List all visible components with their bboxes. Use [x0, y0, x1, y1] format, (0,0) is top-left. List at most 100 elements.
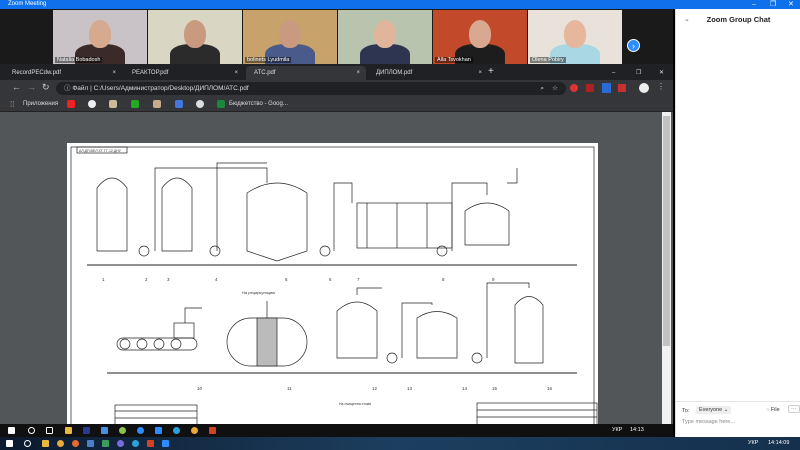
- app-icon[interactable]: [119, 427, 126, 434]
- recipient-value: Everyone: [699, 407, 723, 413]
- powerpoint-icon[interactable]: [209, 427, 216, 434]
- app-icon[interactable]: [137, 427, 144, 434]
- inner-taskbar: УКР 14:13: [0, 424, 673, 437]
- bookmark-icon[interactable]: [131, 100, 139, 108]
- equipment-callout: 15: [492, 386, 498, 391]
- new-tab-button[interactable]: +: [480, 66, 494, 80]
- task-view-icon[interactable]: [46, 427, 53, 434]
- search-icon[interactable]: [28, 427, 35, 434]
- youtube-icon[interactable]: [67, 100, 75, 108]
- close-button[interactable]: ✕: [788, 0, 794, 9]
- chrome-icon[interactable]: [191, 427, 198, 434]
- telegram-icon[interactable]: [173, 427, 180, 434]
- bookmark-icon[interactable]: [109, 100, 117, 108]
- bookmarks-bar: ⁞⁞ Приложения Бюджетство - Goog...: [0, 97, 673, 112]
- inner-language[interactable]: УКР: [612, 427, 622, 433]
- bookmark-sheets[interactable]: Бюджетство - Goog...: [229, 101, 288, 107]
- tab-label: РЕАКТОР.pdf: [132, 70, 169, 76]
- participant-name: Olena Pobiry: [530, 57, 566, 63]
- technological-scheme-drawing: АЛ.ДП.ВЕЛ.ХТ.ТТ-12.ДНУ На рециркуляцию Н…: [70, 146, 598, 426]
- viber-icon[interactable]: [117, 440, 124, 447]
- participant-video-tile[interactable]: bolinets Lyudmila: [243, 10, 337, 64]
- scrollbar-thumb[interactable]: [663, 116, 670, 346]
- tab-reaktor[interactable]: РЕАКТОР.pdf ×: [124, 66, 244, 80]
- address-toolbar: ← → ↻ ⓘ Файл | C:/Users/Администратор/De…: [0, 80, 673, 97]
- participant-face: [374, 20, 396, 48]
- video-strip: Natalia Bobadosh bolinets Lyudmila Alla …: [0, 9, 673, 64]
- zoom-icon[interactable]: [162, 440, 169, 447]
- browser-close[interactable]: ✕: [651, 66, 664, 80]
- file-explorer-icon[interactable]: [65, 427, 72, 434]
- minimize-button[interactable]: –: [752, 0, 756, 9]
- outer-language[interactable]: УКР: [748, 440, 758, 446]
- app-icon[interactable]: [87, 440, 94, 447]
- participant-video-tile[interactable]: [338, 10, 432, 64]
- chat-message-input[interactable]: Type message here...: [682, 419, 735, 425]
- pdf-page: АЛ.ДП.ВЕЛ.ХТ.ТТ-12.ДНУ На рециркуляцию Н…: [67, 143, 598, 426]
- tab-diplom[interactable]: ДИПЛОМ.pdf ×: [368, 66, 488, 80]
- address-bar[interactable]: ⓘ Файл | C:/Users/Администратор/Desktop/…: [56, 82, 566, 95]
- equipment-callout: 14: [462, 386, 468, 391]
- pdf-scrollbar[interactable]: [662, 112, 671, 425]
- extension-icon[interactable]: [570, 84, 578, 92]
- close-tab-icon[interactable]: ×: [356, 66, 360, 80]
- bookmark-apps[interactable]: Приложения: [23, 101, 58, 107]
- chat-title: Zoom Group Chat: [706, 15, 771, 24]
- apps-grid-icon: ⁞⁞: [10, 100, 15, 109]
- bookmark-icon[interactable]: [175, 100, 183, 108]
- restore-button[interactable]: ❐: [770, 0, 776, 9]
- news-extension-icon[interactable]: [602, 83, 611, 93]
- windows-start-icon[interactable]: [6, 440, 13, 447]
- chat-panel: ⌄ Zoom Group Chat To: Everyone ⌄ ◌ File …: [675, 9, 800, 437]
- equipment-callout: 12: [372, 386, 378, 391]
- back-button[interactable]: ←: [12, 82, 21, 92]
- note-recirculation: На рециркуляцию: [242, 290, 275, 295]
- reload-button[interactable]: ↻: [42, 82, 50, 93]
- bookmark-icon[interactable]: [88, 100, 96, 108]
- forward-button[interactable]: →: [27, 82, 36, 92]
- participant-video-tile[interactable]: [148, 10, 242, 64]
- participant-video-tile[interactable]: Olena Pobiry: [528, 10, 622, 64]
- app-icon[interactable]: [101, 427, 108, 434]
- globe-icon[interactable]: [196, 100, 204, 108]
- browser-maximize[interactable]: ❐: [628, 66, 641, 80]
- zoom-search-icon[interactable]: ⌕: [540, 82, 544, 95]
- file-label: Файл: [72, 85, 89, 92]
- inner-clock[interactable]: 14:13: [630, 427, 644, 433]
- participant-video-tile[interactable]: Natalia Bobadosh: [53, 10, 147, 64]
- tab-ats[interactable]: АТС.pdf ×: [246, 66, 366, 80]
- bookmark-icon[interactable]: [153, 100, 161, 108]
- extension-icon[interactable]: [618, 84, 626, 92]
- to-label: To:: [682, 408, 690, 414]
- url-text: C:/Users/Администратор/Desktop/ДИПЛОМ/АТ…: [93, 85, 249, 92]
- tab-record[interactable]: RecordРЕСdw.pdf ×: [4, 66, 122, 80]
- sheets-icon[interactable]: [217, 100, 225, 108]
- app-icon[interactable]: [72, 440, 79, 447]
- recipient-dropdown[interactable]: Everyone ⌄: [696, 406, 732, 414]
- windows-start-icon[interactable]: [8, 427, 15, 434]
- chrome-icon[interactable]: [57, 440, 64, 447]
- outer-clock[interactable]: 14:14:09: [768, 440, 789, 446]
- close-tab-icon[interactable]: ×: [234, 66, 238, 80]
- search-icon[interactable]: [24, 440, 31, 447]
- file-explorer-icon[interactable]: [42, 440, 49, 447]
- zoom-icon[interactable]: [155, 427, 162, 434]
- app-icon[interactable]: [102, 440, 109, 447]
- equipment-callout: 7: [357, 277, 360, 282]
- app-icon[interactable]: [147, 440, 154, 447]
- equipment-callout: 3: [167, 277, 170, 282]
- participant-video-tile[interactable]: Alla Tsvokhan: [433, 10, 527, 64]
- app-icon[interactable]: [83, 427, 90, 434]
- menu-icon[interactable]: ⋮: [657, 82, 665, 91]
- drawing-stamp: АЛ.ДП.ВЕЛ.ХТ.ТТ-12.ДНУ: [79, 149, 122, 153]
- pdf-extension-icon[interactable]: [586, 84, 594, 92]
- telegram-icon[interactable]: [132, 440, 139, 447]
- close-tab-icon[interactable]: ×: [112, 66, 116, 80]
- equipment-callout: 16: [547, 386, 553, 391]
- bookmark-star-icon[interactable]: ☆: [552, 82, 558, 95]
- more-button[interactable]: ···: [788, 405, 800, 413]
- next-page-icon[interactable]: ›: [627, 39, 640, 52]
- file-button[interactable]: ◌ File: [766, 407, 780, 413]
- browser-minimize[interactable]: –: [604, 66, 615, 80]
- profile-avatar[interactable]: [639, 83, 649, 93]
